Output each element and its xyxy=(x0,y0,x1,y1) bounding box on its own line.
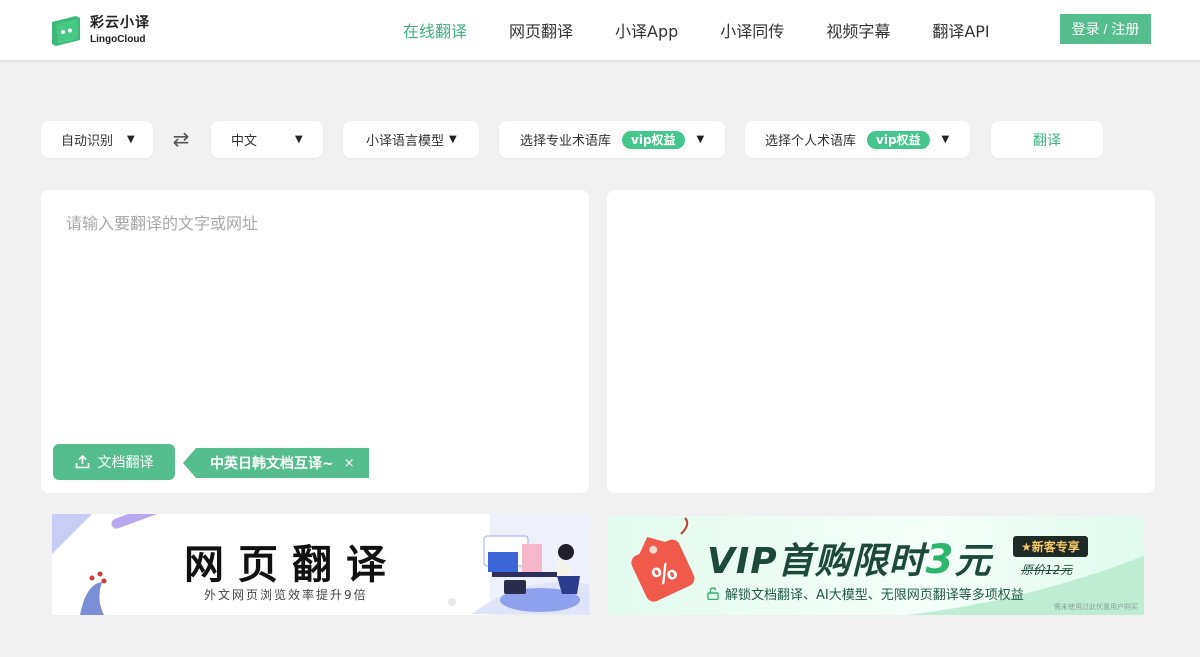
document-translate-button[interactable]: 文档翻译 xyxy=(53,444,175,480)
term-library-select[interactable]: 选择专业术语库 vip权益 ▼ xyxy=(499,121,725,158)
source-language-value: 自动识别 xyxy=(61,134,114,149)
chevron-down-icon: ▼ xyxy=(127,134,135,145)
chevron-down-icon: ▼ xyxy=(696,134,705,145)
close-icon[interactable]: × xyxy=(344,456,355,471)
chevron-down-icon: ▼ xyxy=(449,134,457,145)
personal-library-select[interactable]: 选择个人术语库 vip权益 ▼ xyxy=(745,121,970,158)
unlock-icon xyxy=(707,587,719,600)
source-panel: 文档翻译 中英日韩文档互译~ × xyxy=(41,190,589,493)
banner-subtitle: 外文网页浏览效率提升9倍 xyxy=(204,588,368,602)
vip-promo-banner[interactable]: % VIP首购限时3元 ★新客专享 原价12元 解锁文档翻译、AI大模型、无限网… xyxy=(607,516,1144,615)
source-text-input[interactable] xyxy=(66,210,566,430)
login-register-button[interactable]: 登录 / 注册 xyxy=(1060,14,1151,44)
vip-title-suffix: 元 xyxy=(954,541,992,582)
web-translate-banner[interactable]: 网页翻译 外文网页浏览效率提升9倍 xyxy=(52,514,589,615)
vip-banner-subtitle: 解锁文档翻译、AI大模型、无限网页翻译等多项权益 xyxy=(707,584,1024,603)
document-translate-label: 文档翻译 xyxy=(97,455,154,471)
swap-languages-icon[interactable]: ⇄ xyxy=(170,127,192,151)
document-tip: 中英日韩文档互译~ × xyxy=(183,448,369,478)
model-select[interactable]: 小译语言模型 ▼ xyxy=(343,121,479,158)
personal-library-label: 选择个人术语库 xyxy=(765,134,857,149)
target-language-value: 中文 xyxy=(231,134,258,149)
logo-icon xyxy=(50,12,82,48)
vip-banner-title: VIP首购限时3元 xyxy=(707,532,992,584)
source-language-select[interactable]: 自动识别 ▼ xyxy=(41,121,153,158)
logo-subtitle: LingoCloud xyxy=(90,33,146,45)
translate-button[interactable]: 翻译 xyxy=(991,121,1103,158)
upload-icon xyxy=(75,455,89,469)
top-header: 彩云小译 LingoCloud 在线翻译 网页翻译 小译App 小译同传 视频字… xyxy=(0,0,1200,60)
logo-title: 彩云小译 xyxy=(90,14,150,31)
tip-arrow xyxy=(183,448,196,478)
vip-title-price: 3 xyxy=(925,537,955,583)
original-price: 原价12元 xyxy=(1021,563,1073,577)
model-value: 小译语言模型 xyxy=(366,134,445,149)
vip-benefits-text: 解锁文档翻译、AI大模型、无限网页翻译等多项权益 xyxy=(725,588,1024,603)
nav-simultaneous[interactable]: 小译同传 xyxy=(720,18,784,42)
nav-app[interactable]: 小译App xyxy=(615,18,678,42)
nav-web-translate[interactable]: 网页翻译 xyxy=(509,18,573,42)
nav-video-subtitle[interactable]: 视频字幕 xyxy=(826,18,890,42)
nav-translate-api[interactable]: 翻译API xyxy=(932,18,989,42)
logo[interactable]: 彩云小译 LingoCloud xyxy=(50,12,150,48)
vip-badge: vip权益 xyxy=(867,130,930,149)
chevron-down-icon: ▼ xyxy=(941,134,950,145)
chevron-down-icon: ▼ xyxy=(295,134,303,145)
result-panel xyxy=(607,190,1155,493)
main-nav: 在线翻译 网页翻译 小译App 小译同传 视频字幕 翻译API xyxy=(390,0,1032,60)
vip-fine-print: 需未使用过此优惠用户购买 xyxy=(1054,603,1138,611)
target-language-select[interactable]: 中文 ▼ xyxy=(211,121,323,158)
nav-online-translate[interactable]: 在线翻译 xyxy=(403,18,467,42)
vip-badge: vip权益 xyxy=(622,130,685,149)
vip-title-prefix: VIP首购限时 xyxy=(707,541,926,582)
new-customer-badge: ★新客专享 xyxy=(1013,536,1088,557)
banner-title: 网页翻译 xyxy=(184,542,400,588)
term-library-label: 选择专业术语库 xyxy=(520,134,612,149)
tip-text: 中英日韩文档互译~ xyxy=(210,456,334,472)
